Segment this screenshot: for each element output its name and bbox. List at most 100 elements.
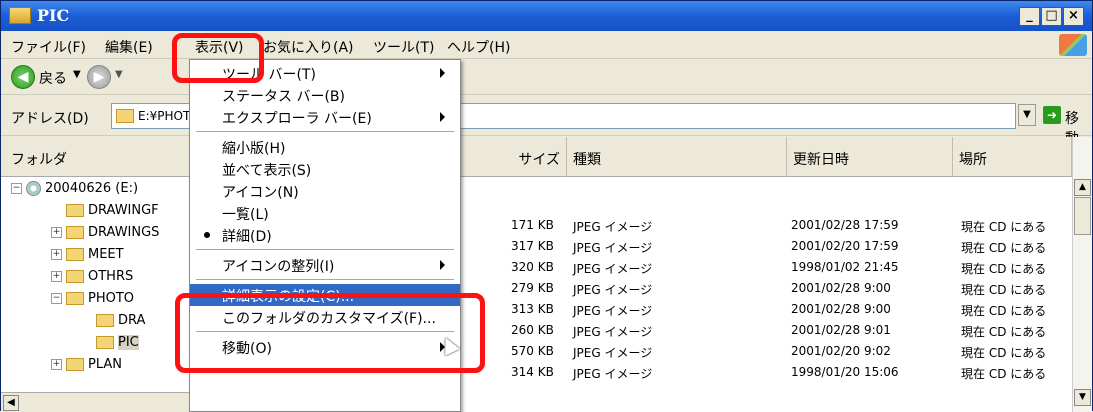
view-menu-item[interactable]: 詳細表示の設定(C)... [190,284,460,306]
file-type: JPEG イメージ [573,367,653,381]
go-arrow-icon[interactable]: ➜ [1043,106,1061,124]
view-menu-item[interactable]: エクスプローラ バー(E) [190,106,460,128]
address-bar: アドレス(D) E:¥PHOTO¥PIC ▼ ➜ 移動 [1,96,1092,147]
file-size: 570 KB [511,344,554,358]
view-menu-item[interactable]: 並べて表示(S) [190,158,460,180]
file-size: 317 KB [511,239,554,253]
submenu-arrow-icon [440,260,445,270]
file-type: JPEG イメージ [573,220,653,234]
scroll-thumb[interactable] [1074,197,1091,235]
folder-icon [66,248,84,261]
cd-icon [26,181,41,196]
file-type: JPEG イメージ [573,346,653,360]
menu-file[interactable]: ファイル(F) [11,37,86,57]
tree-item[interactable]: DRAWINGF [51,203,159,225]
tree-item[interactable]: + OTHRS [51,269,133,291]
file-modified: 1998/01/02 21:45 [791,260,899,274]
file-size: 279 KB [511,281,554,295]
tree-item[interactable]: + MEET [51,247,124,269]
scroll-left-icon[interactable]: ◀ [3,395,19,411]
folder-icon [66,358,84,371]
close-button[interactable]: × [1063,7,1084,26]
folder-icon [66,226,84,239]
tree-item-label: PHOTO [88,291,135,306]
collapse-icon[interactable]: − [11,183,22,194]
tree-item[interactable]: DRA [81,313,145,335]
folder-icon [9,7,31,24]
expand-icon[interactable]: + [51,359,62,370]
view-menu-item[interactable]: 縮小版(H) [190,136,460,158]
menu-view[interactable]: 表示(V) [195,37,244,57]
scroll-down-icon[interactable]: ▼ [1074,389,1091,406]
address-dropdown-button[interactable]: ▼ [1018,104,1036,126]
column-type[interactable]: 種類 [567,137,787,177]
tree-item-label: OTHRS [88,269,134,284]
folder-icon [116,109,134,123]
file-location: 現在 CD にある [961,220,1047,234]
view-menu-item[interactable]: このフォルダのカスタマイズ(F)... [190,306,460,328]
windows-logo-icon [1059,34,1087,56]
tree-item[interactable]: PIC [81,335,139,357]
view-menu-item[interactable]: アイコン(N) [190,180,460,202]
file-type: JPEG イメージ [573,241,653,255]
maximize-button[interactable]: □ [1041,7,1062,26]
expand-icon[interactable]: + [51,249,62,260]
menu-edit[interactable]: 編集(E) [105,37,153,57]
view-menu-item-label: ステータス バー(B) [222,89,345,105]
expand-icon[interactable]: + [51,227,62,238]
back-dropdown-icon[interactable]: ▼ [73,69,81,80]
file-location: 現在 CD にある [961,367,1047,381]
vertical-scrollbar[interactable]: ▲ ▼ [1072,137,1092,412]
file-size: 171 KB [511,218,554,232]
folder-icon [66,204,84,217]
view-menu-item[interactable]: アイコンの整列(I) [190,254,460,276]
tree-item[interactable]: + DRAWINGS [51,225,159,247]
view-menu-item-label: 詳細表示の設定(C)... [222,289,355,305]
view-menu-item-label: 縮小版(H) [222,141,286,157]
tree-item-label: DRAWINGF [88,203,159,218]
file-modified: 1998/01/20 15:06 [791,365,899,379]
tree-item-label: MEET [88,247,124,262]
back-button[interactable]: 戻る [39,68,67,88]
address-label: アドレス(D) [11,111,89,127]
file-modified: 2001/02/28 17:59 [791,218,899,232]
forward-arrow-icon[interactable]: ▶ [87,65,111,89]
back-arrow-icon[interactable]: ◀ [11,65,35,89]
tree-item[interactable]: + PLAN [51,357,122,379]
view-menu-item-label: 並べて表示(S) [222,163,312,179]
column-size[interactable]: サイズ [461,137,567,177]
minimize-button[interactable]: _ [1019,7,1040,26]
column-modified[interactable]: 更新日時 [787,137,953,177]
view-menu-item-label: アイコンの整列(I) [222,259,335,275]
view-menu-item-label: 移動(O) [222,341,272,357]
file-type: JPEG イメージ [573,304,653,318]
collapse-icon[interactable]: − [51,293,62,304]
tree-item-label: 20040626 (E:) [45,181,139,196]
folder-pane-title: フォルダ [11,152,67,168]
tree-item-label: PLAN [88,357,122,372]
view-menu-item[interactable]: 詳細(D) [190,224,460,246]
view-menu-item[interactable]: 移動(O) [190,336,460,358]
file-size: 314 KB [511,365,554,379]
expand-icon[interactable]: + [51,271,62,282]
view-menu-item[interactable]: ツール バー(T) [190,62,460,84]
title-bar[interactable]: PIC _ □ × [1,1,1092,31]
menu-tools[interactable]: ツール(T) [373,37,434,57]
folder-icon [66,270,84,283]
tree-item-label: PIC [118,335,139,350]
menu-favorites[interactable]: お気に入り(A) [263,37,354,57]
menu-help[interactable]: ヘルプ(H) [447,37,510,57]
view-menu-item-label: エクスプローラ バー(E) [222,111,372,127]
file-modified: 2001/02/20 17:59 [791,239,899,253]
file-modified: 2001/02/20 9:02 [791,344,891,358]
forward-dropdown-icon[interactable]: ▼ [115,69,123,80]
scroll-up-icon[interactable]: ▲ [1074,179,1091,196]
view-menu-item-label: アイコン(N) [222,185,299,201]
tree-item[interactable]: − PHOTO [51,291,134,313]
column-location[interactable]: 場所 [953,137,1072,177]
view-menu-item[interactable]: 一覧(L) [190,202,460,224]
view-menu-item[interactable]: ステータス バー(B) [190,84,460,106]
tree-item[interactable]: − 20040626 (E:) [11,181,138,203]
view-menu-dropdown: ツール バー(T) ステータス バー(B) エクスプローラ バー(E) 縮小版(H) 並… [189,59,461,412]
menu-bar: ファイル(F) 編集(E) 表示(V) お気に入り(A) ツール(T) ヘルプ(… [1,31,1092,59]
